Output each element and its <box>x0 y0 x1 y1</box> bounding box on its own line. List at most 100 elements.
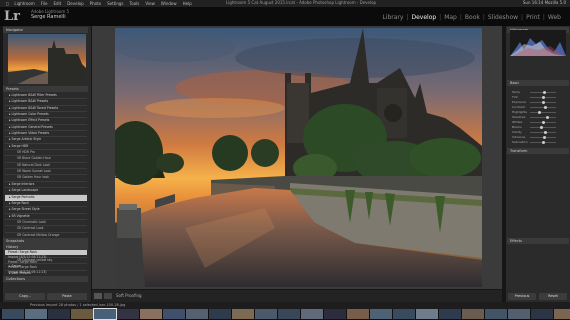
status-clock: Sun 16:14 Mozilla 5.0 <box>522 0 566 5</box>
filmstrip-thumbnail[interactable] <box>48 309 70 319</box>
slider-knob[interactable] <box>537 110 541 114</box>
module-book[interactable]: Book <box>462 14 483 21</box>
filmstrip-thumbnail[interactable] <box>347 309 369 319</box>
navigator-header[interactable]: Navigator <box>3 27 88 33</box>
control-label: Exposure <box>512 100 526 104</box>
filmstrip-thumbnail[interactable] <box>278 309 300 319</box>
filmstrip-thumbnail[interactable] <box>2 309 24 319</box>
user-name: Serge Ramelli <box>31 14 66 20</box>
control-label: Highlights <box>512 110 528 114</box>
menu-view[interactable]: View <box>145 1 155 6</box>
module-map[interactable]: Map <box>441 14 460 21</box>
module-picker: Library | Develop | Map | Book | Slideshow | … <box>379 14 564 21</box>
navigator-preview[interactable] <box>8 34 86 84</box>
control-label: Whites <box>512 120 523 124</box>
slider-knob[interactable] <box>542 90 546 94</box>
reset-button[interactable]: Reset <box>539 293 567 300</box>
menu-photo[interactable]: Photo <box>90 1 101 6</box>
slider-knob[interactable] <box>542 135 546 139</box>
control-label: Tint <box>512 95 518 99</box>
filmstrip-thumbnail[interactable] <box>163 309 185 319</box>
filmstrip-thumbnail[interactable] <box>324 309 346 319</box>
control-slider[interactable] <box>530 90 556 94</box>
module-web[interactable]: Web <box>545 14 564 21</box>
filmstrip-thumbnail[interactable] <box>25 309 47 319</box>
filmstrip-thumbnail[interactable] <box>117 309 139 319</box>
control-slider[interactable] <box>530 110 556 114</box>
control-slider[interactable] <box>530 140 556 144</box>
filmstrip-thumbnail[interactable] <box>301 309 323 319</box>
filmstrip-thumbnail[interactable] <box>416 309 438 319</box>
paste-button[interactable]: Paste <box>47 293 87 300</box>
filmstrip-thumbnail[interactable] <box>531 309 553 319</box>
menu-help[interactable]: Help <box>183 1 192 6</box>
menu-edit[interactable]: Edit <box>53 1 61 6</box>
control-label: Blacks <box>512 125 522 129</box>
control-slider[interactable] <box>530 120 556 124</box>
filmstrip-thumbnail[interactable] <box>462 309 484 319</box>
menu-file[interactable]: File <box>41 1 48 6</box>
menu-tools[interactable]: Tools <box>130 1 140 6</box>
collections-header[interactable]: Collections <box>3 276 88 282</box>
copy-button[interactable]: Copy... <box>5 293 45 300</box>
module-print[interactable]: Print <box>523 14 543 21</box>
control-label: Shadows <box>512 115 526 119</box>
basic-header[interactable]: Basic <box>507 80 569 86</box>
control-slider[interactable] <box>530 130 556 134</box>
filmstrip-thumbnail[interactable] <box>255 309 277 319</box>
module-develop[interactable]: Develop <box>408 14 439 21</box>
filmstrip-thumbnail[interactable] <box>232 309 254 319</box>
control-slider[interactable] <box>530 115 556 119</box>
menu-window[interactable]: Window <box>161 1 177 6</box>
develop-toolbar: Soft Proofing <box>92 290 502 302</box>
control-label: Contrast <box>512 105 525 109</box>
soft-proofing-checkbox[interactable]: Soft Proofing <box>116 293 142 298</box>
presets-header[interactable]: Presets <box>3 86 88 92</box>
control-slider[interactable] <box>530 95 556 99</box>
lightroom-logo: Lr <box>4 9 20 24</box>
right-panel <box>506 26 570 302</box>
control-slider[interactable] <box>530 125 556 129</box>
slider-knob[interactable] <box>540 125 544 129</box>
slider-knob[interactable] <box>546 115 550 119</box>
module-library[interactable]: Library <box>379 14 406 21</box>
filmstrip-thumbnail[interactable] <box>209 309 231 319</box>
filmstrip-thumbnail[interactable] <box>508 309 530 319</box>
control-label: Clarity <box>512 130 522 134</box>
control-slider[interactable] <box>530 100 556 104</box>
window-title: Lightroom 5 Cat August 2015.lrcat - Adob… <box>226 0 377 5</box>
slider-knob[interactable] <box>544 130 548 134</box>
filmstrip-thumbnail[interactable] <box>393 309 415 319</box>
main-photo[interactable] <box>115 28 482 287</box>
control-label: Saturation <box>512 140 528 144</box>
control-slider[interactable] <box>530 105 556 109</box>
before-after-icon[interactable] <box>104 293 112 299</box>
effects-header[interactable]: Effects <box>507 238 569 244</box>
filmstrip-thumbnail[interactable] <box>370 309 392 319</box>
filmstrip-thumbnail[interactable] <box>554 309 570 319</box>
histogram <box>510 30 566 56</box>
app-menu[interactable]: Lightroom <box>14 1 34 6</box>
loupe-view-icon[interactable] <box>94 293 102 299</box>
previous-button[interactable]: Previous <box>508 293 536 300</box>
slider-knob[interactable] <box>544 105 548 109</box>
filmstrip-thumbnail[interactable] <box>485 309 507 319</box>
filmstrip-thumbnail[interactable] <box>186 309 208 319</box>
menu-develop[interactable]: Develop <box>67 1 83 6</box>
filmstrip-thumbnail[interactable] <box>93 308 117 320</box>
filmstrip-thumbnail[interactable] <box>140 309 162 319</box>
control-slider[interactable] <box>530 135 556 139</box>
transform-header[interactable]: Transform <box>507 148 569 154</box>
menu-settings[interactable]: Settings <box>107 1 123 6</box>
filmstrip-thumbnail[interactable] <box>439 309 461 319</box>
control-label: Temp <box>512 90 520 94</box>
module-slideshow[interactable]: Slideshow <box>485 14 521 21</box>
slider-knob[interactable] <box>541 120 545 124</box>
filmstrip-thumbnail[interactable] <box>71 309 93 319</box>
filmstrip-info: Previous Import 28 photos / 1 selected /… <box>30 303 126 307</box>
apple-icon[interactable]:  <box>6 1 8 6</box>
history-item[interactable]: Import (8/5/15 06:11:23) <box>5 270 87 275</box>
slider-knob[interactable] <box>542 100 546 104</box>
slider-knob[interactable] <box>541 140 545 144</box>
slider-knob[interactable] <box>541 95 545 99</box>
